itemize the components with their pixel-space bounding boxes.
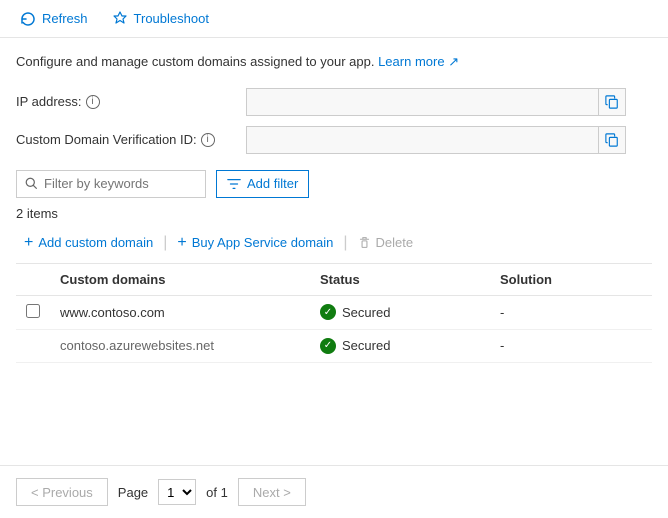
- ip-address-label: IP address: i: [16, 94, 246, 109]
- ip-address-info-icon[interactable]: i: [86, 95, 100, 109]
- row-status: ✓Secured: [310, 329, 490, 362]
- page-select[interactable]: 1: [158, 479, 196, 505]
- previous-button[interactable]: < Previous: [16, 478, 108, 506]
- pagination-bar: < Previous Page 1 of 1 Next >: [0, 465, 668, 518]
- main-content: Configure and manage custom domains assi…: [0, 38, 668, 363]
- of-label: of 1: [206, 485, 228, 500]
- domains-table: Custom domains Status Solution www.conto…: [16, 264, 652, 363]
- col-check-header: [16, 264, 50, 296]
- ip-address-copy-button[interactable]: [598, 89, 625, 115]
- col-domains-header: Custom domains: [50, 264, 310, 296]
- delete-icon: [358, 236, 371, 249]
- domain-verification-info-icon[interactable]: i: [201, 133, 215, 147]
- table-header-row: Custom domains Status Solution: [16, 264, 652, 296]
- row-checkbox-cell: [16, 295, 50, 329]
- row-domain: contoso.azurewebsites.net: [50, 329, 310, 362]
- secured-icon: ✓: [320, 304, 336, 320]
- add-filter-button[interactable]: Add filter: [216, 170, 309, 198]
- separator-1: |: [161, 234, 169, 252]
- ip-address-row: IP address: i: [16, 88, 652, 116]
- row-checkbox-cell: [16, 329, 50, 362]
- col-solution-header: Solution: [490, 264, 652, 296]
- domain-verification-row: Custom Domain Verification ID: i: [16, 126, 652, 154]
- page-label: Page: [118, 485, 148, 500]
- domain-verification-input[interactable]: [247, 127, 598, 153]
- copy-icon-2: [605, 133, 619, 147]
- toolbar: Refresh Troubleshoot: [0, 0, 668, 38]
- add-custom-domain-button[interactable]: + Add custom domain: [16, 231, 161, 255]
- table-row: www.contoso.com✓Secured-: [16, 295, 652, 329]
- description-text: Configure and manage custom domains assi…: [16, 54, 374, 69]
- info-description: Configure and manage custom domains assi…: [16, 52, 652, 72]
- domain-verification-copy-button[interactable]: [598, 127, 625, 153]
- troubleshoot-button[interactable]: Troubleshoot: [108, 9, 213, 29]
- copy-icon: [605, 95, 619, 109]
- items-count: 2 items: [16, 206, 652, 221]
- table-body: www.contoso.com✓Secured-contoso.azureweb…: [16, 295, 652, 362]
- separator-2: |: [341, 234, 349, 252]
- search-wrapper: [16, 170, 206, 198]
- domain-verification-label: Custom Domain Verification ID: i: [16, 132, 246, 147]
- row-solution: -: [490, 295, 652, 329]
- ip-address-input[interactable]: [247, 89, 598, 115]
- filter-icon: [227, 177, 241, 191]
- domain-verification-input-wrapper: [246, 126, 626, 154]
- row-checkbox[interactable]: [26, 304, 40, 318]
- refresh-button[interactable]: Refresh: [16, 9, 92, 29]
- ip-address-input-wrapper: [246, 88, 626, 116]
- filter-bar: Add filter: [16, 170, 652, 198]
- row-domain: www.contoso.com: [50, 295, 310, 329]
- refresh-icon: [20, 11, 36, 27]
- row-solution: -: [490, 329, 652, 362]
- secured-icon: ✓: [320, 338, 336, 354]
- col-status-header: Status: [310, 264, 490, 296]
- delete-button[interactable]: Delete: [350, 231, 422, 254]
- troubleshoot-icon: [112, 11, 128, 27]
- next-button[interactable]: Next >: [238, 478, 306, 506]
- buy-app-service-domain-button[interactable]: + Buy App Service domain: [169, 231, 341, 255]
- row-status: ✓Secured: [310, 295, 490, 329]
- action-bar: + Add custom domain | + Buy App Service …: [16, 231, 652, 264]
- search-icon: [25, 177, 38, 190]
- troubleshoot-label: Troubleshoot: [134, 11, 209, 26]
- learn-more-link[interactable]: Learn more ↗: [378, 54, 459, 69]
- filter-input[interactable]: [44, 176, 197, 191]
- table-row: contoso.azurewebsites.net✓Secured-: [16, 329, 652, 362]
- refresh-label: Refresh: [42, 11, 88, 26]
